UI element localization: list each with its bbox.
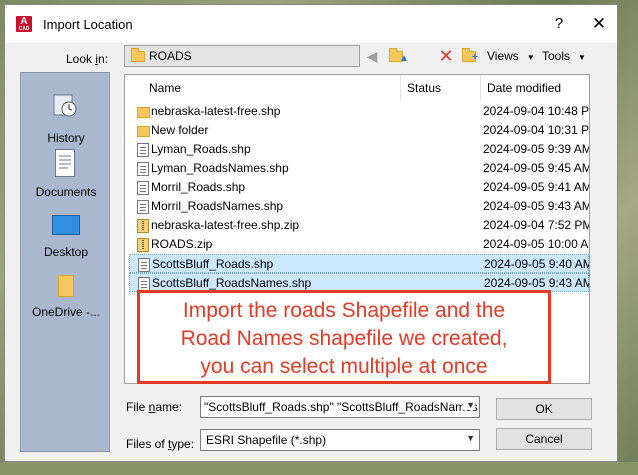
column-header-date[interactable]: Date modified [481,75,589,101]
chevron-down-icon: ▼ [526,53,535,62]
file-date: 2024-09-05 9:43 AM [483,199,590,213]
views-menu[interactable]: Views ▼ [487,46,535,66]
shapefile-icon [137,200,149,214]
desktop-icon [52,215,80,235]
file-date: 2024-09-04 10:48 PM [483,104,590,118]
place-documents[interactable]: Documents [21,145,111,207]
file-name: Morril_Roads.shp [151,180,246,194]
place-label: Desktop [43,245,89,259]
folder-icon [137,126,150,137]
chevron-down-icon: ▼ [578,53,586,62]
file-row[interactable]: ROADS.zip 2024-09-05 10:00 AM [129,235,589,254]
file-date: 2024-09-05 9:39 AM [483,142,590,156]
close-button[interactable]: ✕ [585,13,613,35]
file-row[interactable]: ScottsBluff_Roads.shp 2024-09-05 9:40 AM [129,254,589,273]
delete-icon[interactable]: ✕ [438,46,454,66]
look-in-dropdown[interactable]: ROADS [124,45,360,67]
place-desktop[interactable]: Desktop [21,205,111,267]
file-type-value: ESRI Shapefile (*.shp) [206,433,327,447]
place-history[interactable]: History [21,81,111,145]
file-name-label: File name: [126,400,183,414]
tools-label: Tools [542,49,571,63]
look-in-label: Look in: [66,52,109,66]
views-label: Views [487,49,519,63]
ok-button[interactable]: OK [496,398,592,420]
documents-icon [55,149,75,177]
window-title: Import Location [43,17,133,32]
tools-menu[interactable]: Tools ▼ [542,46,586,66]
file-type-label: Files of type: [126,437,195,451]
up-folder-button[interactable]: ▲ [386,46,409,66]
file-row[interactable]: Lyman_RoadsNames.shp 2024-09-05 9:45 AM [129,159,589,178]
file-row[interactable]: Morril_Roads.shp 2024-09-05 9:41 AM [129,178,589,197]
file-date: 2024-09-05 9:45 AM [483,161,590,175]
plus-icon: + [472,52,478,63]
autocad-app-icon: A CAD [16,16,32,32]
column-header-name[interactable]: Name [143,75,401,101]
file-date: 2024-09-04 10:31 PM [483,123,590,137]
shapefile-icon [137,143,149,157]
place-onedrive[interactable]: OneDrive -... [21,263,111,325]
file-name: ROADS.zip [151,237,213,251]
shapefile-icon [137,181,149,195]
file-date: 2024-09-05 9:40 AM [484,257,590,271]
file-name: Lyman_RoadsNames.shp [151,161,289,175]
look-in-value: ROADS [149,49,192,63]
help-button[interactable]: ? [545,13,573,35]
file-name-input[interactable]: "ScottsBluff_Roads.shp" "ScottsBluff_Roa… [200,396,480,418]
arrow-up-icon: ▲ [399,53,409,64]
shapefile-icon [138,277,150,291]
annotation-line: Road Names shapefile we created, [180,327,508,350]
file-date: 2024-09-05 9:41 AM [483,180,590,194]
file-name: nebraska-latest-free.shp [151,104,281,118]
onedrive-icon [58,275,74,297]
title-bar: A CAD Import Location ? ✕ [5,5,617,43]
file-name: nebraska-latest-free.shp.zip [151,218,300,232]
new-folder-button[interactable]: + [459,46,479,66]
zip-file-icon [137,219,149,233]
place-label: OneDrive -... [31,305,100,319]
place-label: Documents [35,185,97,199]
folder-icon [137,107,150,118]
file-name: Lyman_Roads.shp [151,142,251,156]
file-name: New folder [151,123,209,137]
chevron-down-icon[interactable]: ▼ [463,400,475,410]
annotation-line: Import the roads Shapefile and the [182,299,506,322]
file-name-value: "ScottsBluff_Roads.shp" "ScottsBluff_Roa… [204,400,480,414]
file-row[interactable]: Lyman_Roads.shp 2024-09-05 9:39 AM [129,140,589,159]
shapefile-icon [138,258,150,272]
file-date: 2024-09-05 10:00 AM [483,237,590,251]
column-header-status[interactable]: Status [401,75,481,101]
places-bar: History Documents Desktop OneDrive -... [20,72,110,452]
history-icon [52,91,78,119]
file-type-dropdown[interactable]: ESRI Shapefile (*.shp) ▼ [200,429,480,451]
shapefile-icon [137,162,149,176]
file-name: Morril_RoadsNames.shp [151,199,284,213]
place-label: History [47,131,85,145]
chevron-down-icon: ▼ [466,433,475,443]
file-name: ScottsBluff_Roads.shp [152,257,274,271]
back-arrow-icon[interactable]: ◀ [363,46,381,66]
annotation-line: you can select multiple at once [200,355,488,378]
annotation-callout: Import the roads Shapefile and the Road … [137,290,551,384]
file-row[interactable]: New folder 2024-09-04 10:31 PM [129,121,589,140]
file-row[interactable]: Morril_RoadsNames.shp 2024-09-05 9:43 AM [129,197,589,216]
file-date: 2024-09-04 7:52 PM [483,218,590,232]
file-row[interactable]: nebraska-latest-free.shp.zip 2024-09-04 7… [129,216,589,235]
zip-file-icon [137,238,149,252]
file-row[interactable]: nebraska-latest-free.shp 2024-09-04 10:48… [129,102,589,121]
cancel-button[interactable]: Cancel [496,428,592,450]
folder-icon [131,48,145,62]
